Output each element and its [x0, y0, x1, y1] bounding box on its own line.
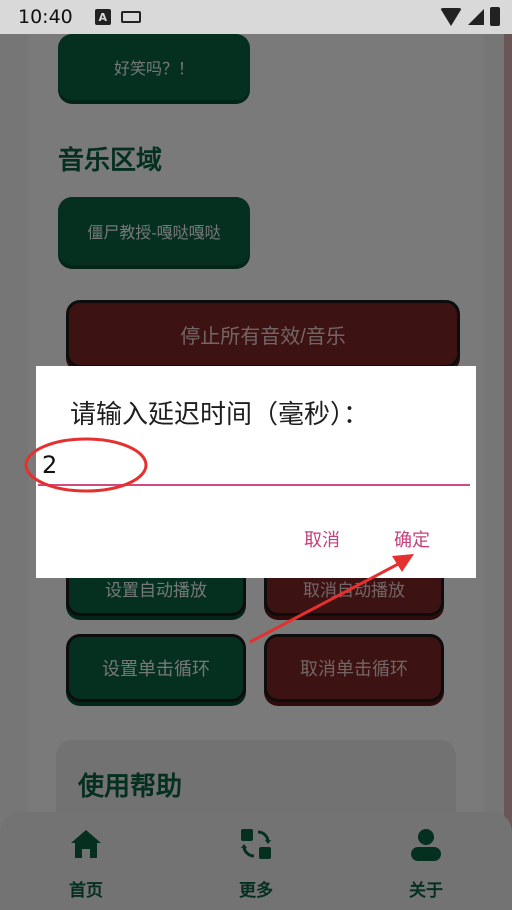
status-time: 10:40: [18, 6, 73, 28]
delay-input[interactable]: [38, 446, 470, 486]
dialog-cancel-button[interactable]: 取消: [304, 526, 340, 552]
app-root: 10:40 A 好笑吗？！ 音乐区域 僵尸教授-嘎哒嘎哒 停止所有音效/音乐 设…: [0, 0, 512, 910]
wifi-icon: [440, 7, 462, 26]
dialog-confirm-button[interactable]: 确定: [394, 526, 430, 552]
keyboard-icon: [120, 11, 141, 23]
notification-a-icon: A: [94, 9, 111, 25]
battery-icon: [490, 7, 500, 26]
status-bar: 10:40 A: [0, 0, 512, 34]
status-indicators: [440, 7, 500, 26]
dialog-title: 请输入延迟时间（毫秒）：: [70, 400, 370, 430]
delay-input-dialog: 请输入延迟时间（毫秒）： 取消 确定: [36, 366, 476, 578]
signal-icon: [468, 8, 484, 25]
